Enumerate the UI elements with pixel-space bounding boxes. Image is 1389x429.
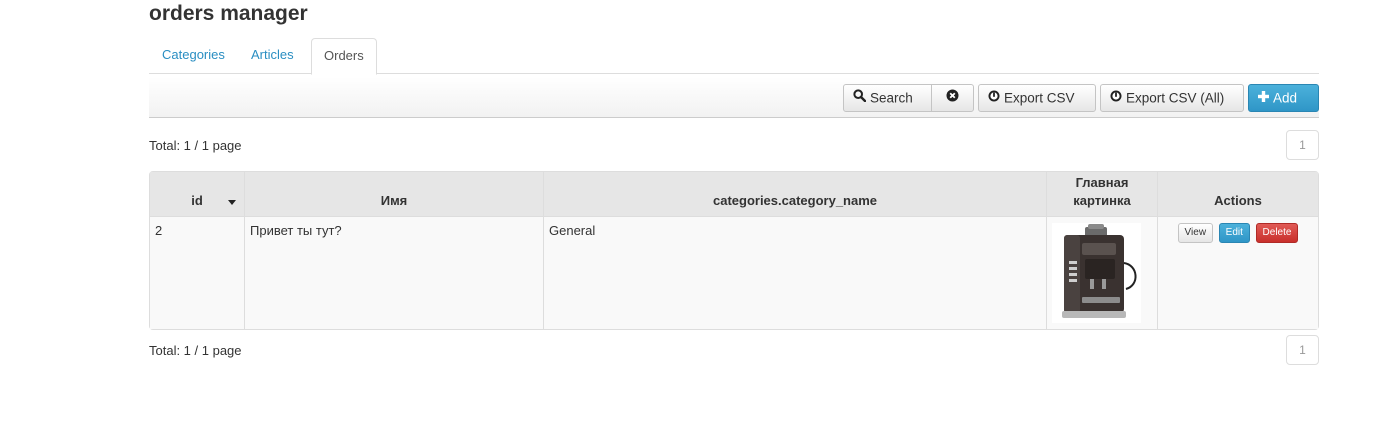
export-csv-button[interactable]: Export CSV — [978, 84, 1096, 112]
export-csv-all-button[interactable]: Export CSV (All) — [1100, 84, 1244, 112]
cell-name: Привет ты тут? — [245, 217, 544, 329]
search-button-label: Search — [870, 90, 913, 106]
tab-bar: Categories Articles Orders — [149, 38, 1319, 75]
pagination-page-1-bottom[interactable]: 1 — [1286, 335, 1319, 365]
table-row: 2 Привет ты тут? General View Edit Delet… — [150, 217, 1318, 329]
edit-button[interactable]: Edit — [1218, 223, 1250, 243]
toolbar: Search Export CSV Export CSV (All) Add — [149, 77, 1319, 118]
tab-articles[interactable]: Articles — [239, 38, 306, 74]
export-csv-label: Export CSV — [1004, 90, 1075, 106]
add-button-label: Add — [1273, 90, 1298, 106]
add-button[interactable]: Add — [1248, 84, 1319, 112]
search-icon — [853, 85, 867, 111]
cell-id: 2 — [150, 217, 245, 329]
delete-button[interactable]: Delete — [1255, 223, 1299, 243]
table-header-row: id Имя categories.category_name Главная … — [150, 172, 1318, 217]
column-header-category[interactable]: categories.category_name — [544, 172, 1047, 217]
total-summary: Total: 1 / 1 page — [149, 138, 242, 153]
total-summary-bottom: Total: 1 / 1 page — [149, 343, 242, 358]
cell-actions: View Edit Delete — [1158, 217, 1318, 329]
column-header-actions: Actions — [1158, 172, 1318, 217]
pagination-page-1[interactable]: 1 — [1286, 130, 1319, 160]
sort-caret-down-icon — [228, 200, 236, 205]
download-circle-icon — [988, 85, 1000, 111]
column-header-name[interactable]: Имя — [245, 172, 544, 217]
remove-circle-icon — [946, 85, 959, 111]
plus-icon — [1258, 85, 1269, 111]
cell-category: General — [544, 217, 1047, 329]
orders-table: id Имя categories.category_name Главная … — [149, 171, 1319, 330]
tab-categories[interactable]: Categories — [150, 38, 237, 74]
column-header-id-label: id — [191, 193, 203, 208]
search-button[interactable]: Search — [843, 84, 932, 112]
export-csv-all-label: Export CSV (All) — [1126, 90, 1225, 106]
tab-orders[interactable]: Orders — [311, 38, 377, 75]
page-title: orders manager — [149, 2, 308, 25]
column-header-image: Главная картинка — [1047, 172, 1158, 217]
column-header-id[interactable]: id — [150, 172, 245, 217]
coffee-machine-image[interactable] — [1052, 223, 1141, 323]
view-button[interactable]: View — [1177, 223, 1214, 243]
download-circle-icon — [1110, 85, 1122, 111]
cell-image — [1047, 217, 1158, 329]
clear-search-button[interactable] — [931, 84, 974, 112]
